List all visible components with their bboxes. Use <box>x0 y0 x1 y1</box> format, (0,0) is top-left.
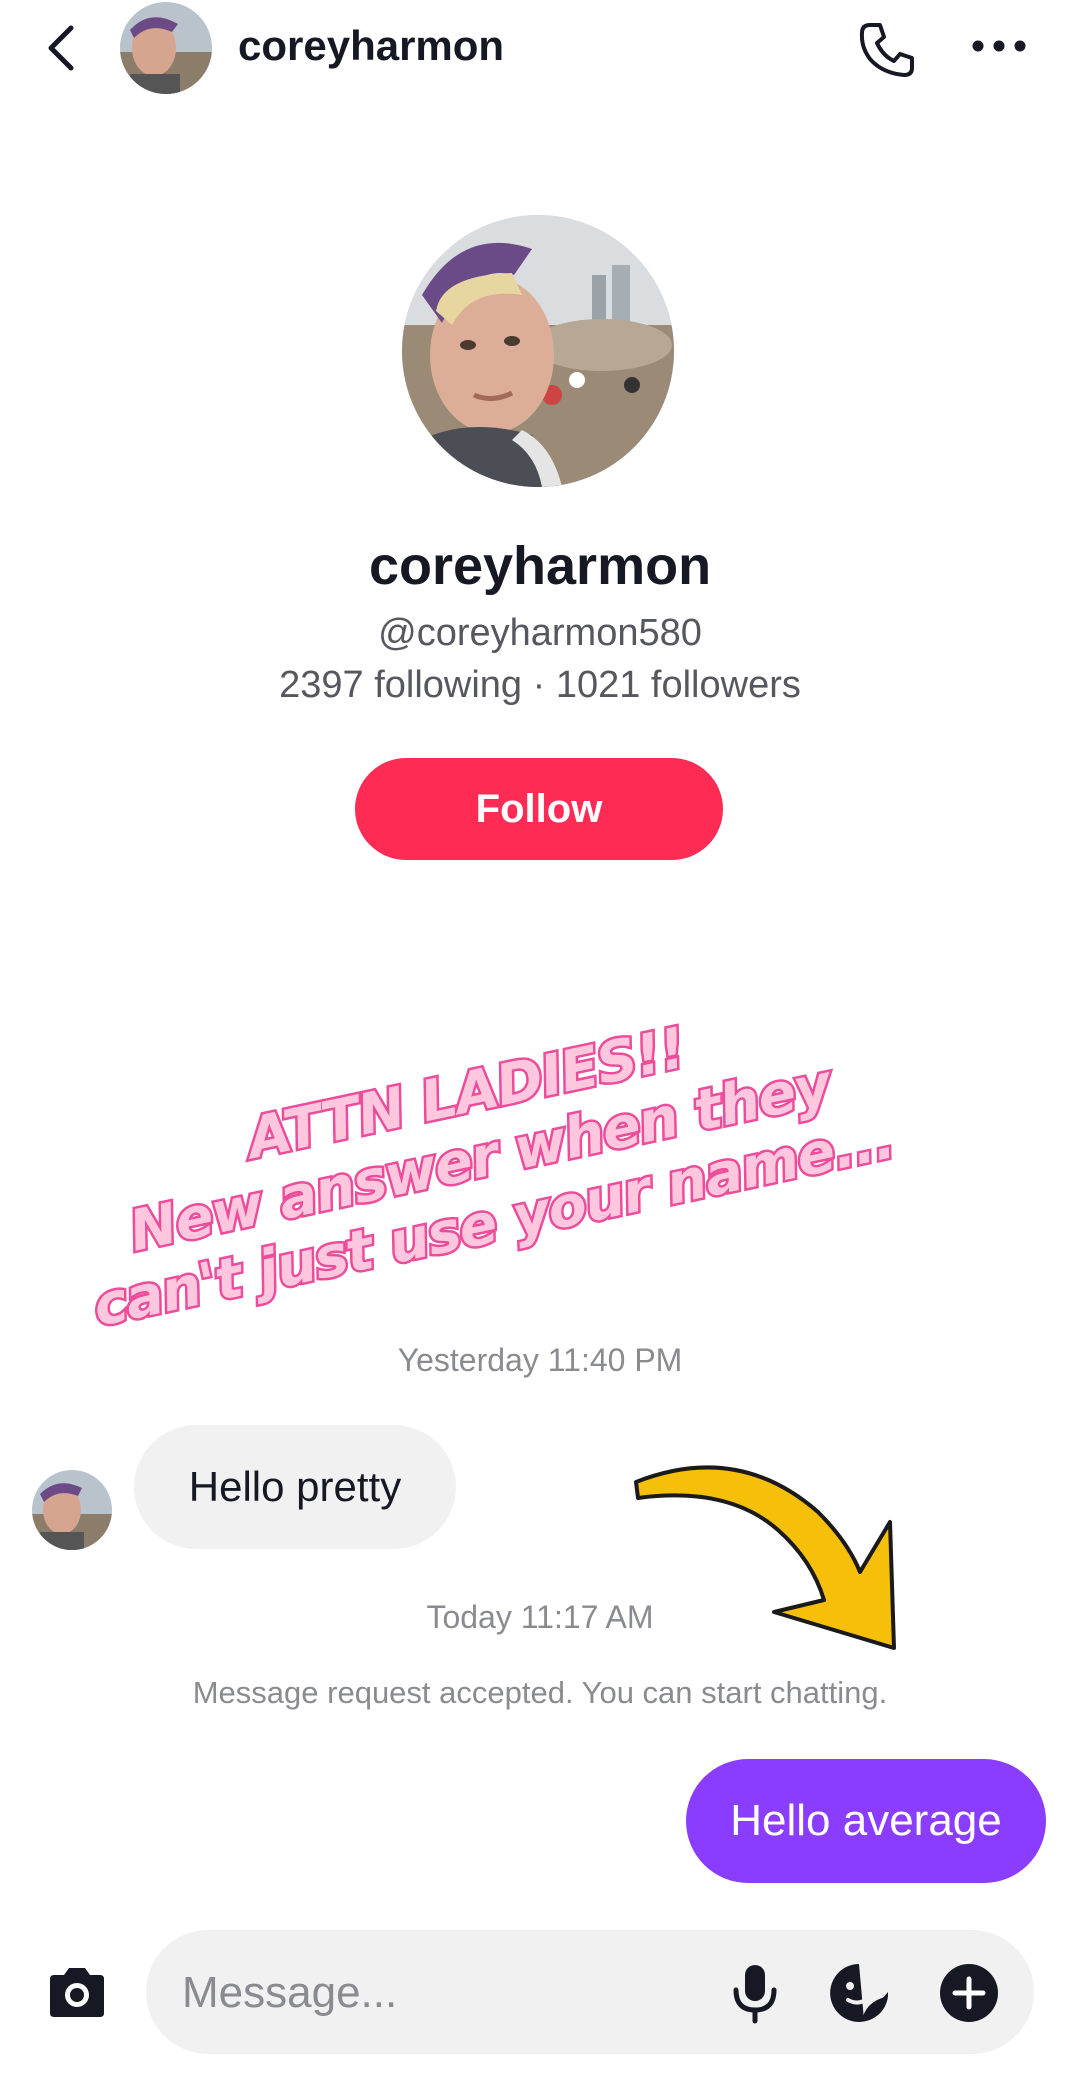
chat-header: coreyharmon <box>0 0 1080 100</box>
header-avatar[interactable] <box>120 2 212 94</box>
profile-stats: 2397 following · 1021 followers <box>279 664 801 706</box>
voice-button[interactable] <box>724 1960 786 2026</box>
camera-icon <box>50 1968 104 2017</box>
follow-button[interactable]: Follow <box>355 758 723 860</box>
message-input[interactable] <box>180 1958 704 2028</box>
arrow-sticker <box>634 1465 896 1650</box>
sticker-button[interactable] <box>826 1960 892 2026</box>
profile-handle: @coreyharmon580 <box>378 612 702 654</box>
back-button[interactable] <box>36 18 86 78</box>
microphone-icon <box>733 1965 777 2024</box>
profile-avatar[interactable] <box>402 215 674 487</box>
phone-icon <box>859 23 914 77</box>
camera-button[interactable] <box>40 1960 114 2026</box>
chat-screen: coreyharmon coreyharmon @coreyharmon580 … <box>0 0 1080 2080</box>
incoming-message-bubble[interactable]: Hello pretty <box>134 1425 456 1549</box>
sticker-icon <box>830 1964 888 2022</box>
add-button[interactable] <box>936 1960 1002 2026</box>
more-icon <box>972 40 1026 52</box>
plus-icon <box>940 1964 998 2022</box>
more-button[interactable] <box>964 18 1034 74</box>
system-message: Message request accepted. You can start … <box>192 1675 888 1710</box>
timestamp: Yesterday 11:40 PM <box>397 1342 683 1378</box>
outgoing-message-bubble[interactable]: Hello average <box>686 1759 1046 1883</box>
timestamp: Today 11:17 AM <box>426 1599 654 1635</box>
overlay-caption: ATTN LADIES!! New answer when they can't… <box>29 971 931 1348</box>
header-username[interactable]: coreyharmon <box>238 22 504 70</box>
call-button[interactable] <box>852 18 922 82</box>
sender-avatar[interactable] <box>32 1470 112 1550</box>
profile-name: coreyharmon <box>368 536 712 596</box>
chevron-left-icon <box>48 25 74 71</box>
message-input-container <box>146 1930 1034 2054</box>
